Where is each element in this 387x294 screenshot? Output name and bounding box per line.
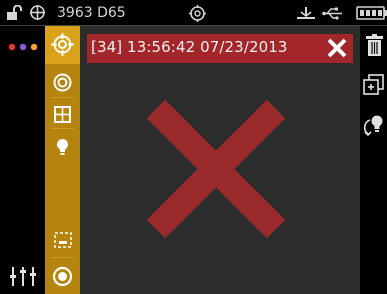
copy-icon[interactable] bbox=[363, 74, 385, 96]
lightbulb-rotate-icon[interactable] bbox=[363, 114, 385, 138]
tool-separator bbox=[51, 257, 74, 258]
grid-icon[interactable] bbox=[54, 106, 71, 123]
dashed-frame-icon[interactable] bbox=[54, 232, 72, 248]
sliders-icon[interactable] bbox=[9, 265, 37, 287]
tool-rail bbox=[45, 26, 80, 294]
close-icon[interactable] bbox=[327, 38, 347, 58]
tool-separator bbox=[51, 128, 74, 129]
lightbulb-icon[interactable] bbox=[55, 138, 70, 157]
lock-open-icon bbox=[7, 5, 22, 20]
measure-button-icon[interactable] bbox=[52, 266, 73, 287]
crosshair-plus-icon bbox=[30, 5, 45, 20]
main-panel: [34] 13:56:42 07/23/2013 bbox=[80, 26, 360, 294]
fail-cross-icon bbox=[146, 99, 286, 239]
tripod-icon bbox=[297, 7, 315, 19]
left-rail bbox=[0, 26, 45, 294]
measurement-target-icon bbox=[189, 5, 206, 22]
menu-dots-icon[interactable] bbox=[8, 43, 38, 51]
target-crosshair-icon[interactable] bbox=[51, 33, 74, 56]
battery-icon bbox=[356, 6, 387, 20]
record-header: [34] 13:56:42 07/23/2013 bbox=[87, 34, 353, 63]
device-screen: 3963 D65 [34] 13:56:42 07/23/2013 bbox=[0, 0, 387, 294]
device-label: 3963 D65 bbox=[57, 5, 126, 21]
tool-separator bbox=[51, 97, 74, 98]
status-bar: 3963 D65 bbox=[0, 0, 387, 26]
trash-icon[interactable] bbox=[366, 34, 383, 56]
right-rail bbox=[360, 26, 387, 294]
record-header-text: [34] 13:56:42 07/23/2013 bbox=[91, 38, 288, 56]
concentric-circles-icon[interactable] bbox=[53, 73, 72, 92]
usb-icon bbox=[322, 7, 342, 20]
